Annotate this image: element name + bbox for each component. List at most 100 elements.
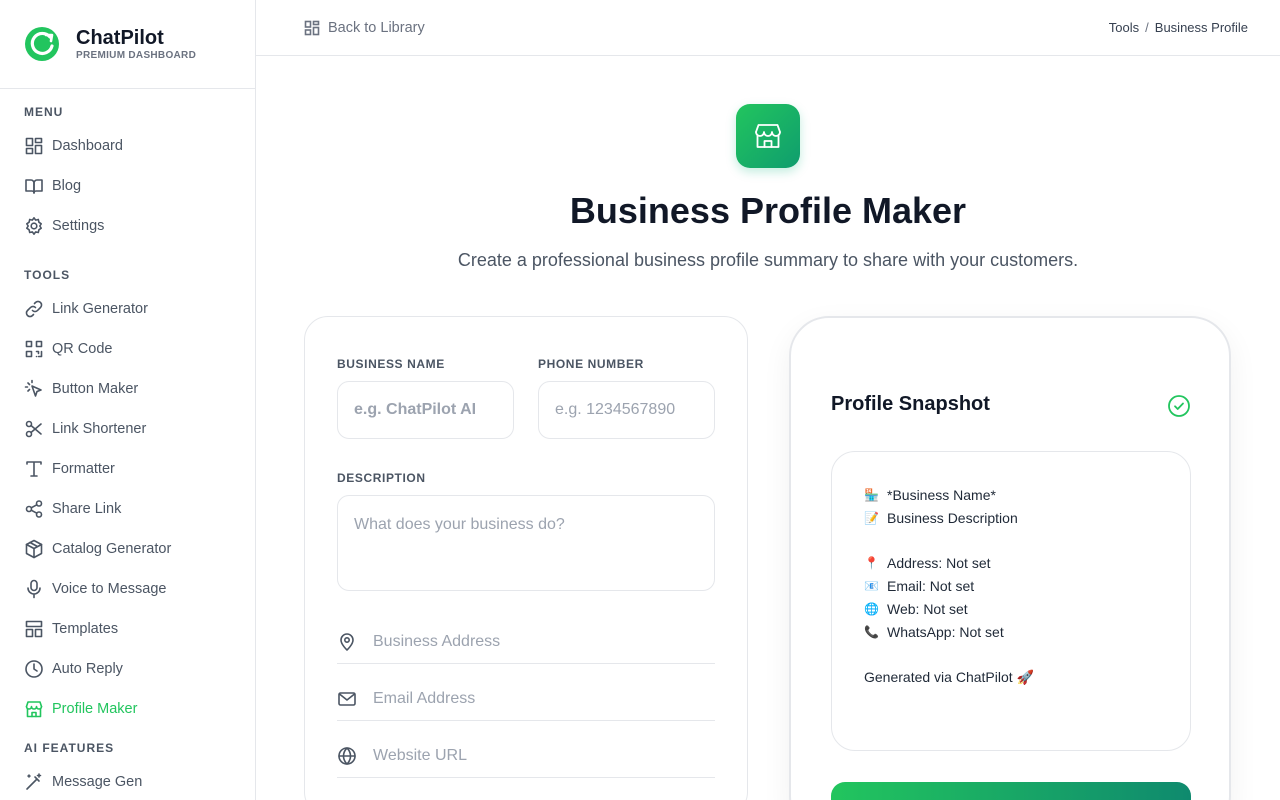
- sidebar-item-catalog-generator[interactable]: Catalog Generator: [0, 529, 255, 569]
- scissors-icon: [25, 420, 42, 438]
- sidebar-item-share-link[interactable]: Share Link: [0, 489, 255, 529]
- business-address-field[interactable]: Business Address: [337, 620, 715, 664]
- store-icon: [755, 124, 781, 148]
- sidebar-item-label: Link Generator: [52, 301, 148, 317]
- sidebar-item-label: Profile Maker: [52, 701, 138, 717]
- sidebar-item-settings[interactable]: Settings: [0, 206, 255, 246]
- sidebar-item-label: QR Code: [52, 341, 113, 357]
- store-icon: [25, 701, 43, 718]
- map-pin-icon: [340, 632, 354, 651]
- link-icon: [25, 300, 43, 318]
- sidebar-item-label: Templates: [52, 621, 119, 637]
- sidebar-item-label: Share Link: [52, 501, 122, 517]
- profile-form-card: BUSINESS NAME e.g. ChatPilot AI PHONE NU…: [304, 316, 748, 800]
- mic-icon: [27, 579, 41, 599]
- share-profile-button[interactable]: [831, 782, 1191, 800]
- sidebar-item-button-maker[interactable]: Button Maker: [0, 369, 255, 409]
- wand-icon: [26, 773, 42, 790]
- tools-section-title: TOOLS: [24, 268, 71, 282]
- sidebar-item-label: Catalog Generator: [52, 541, 172, 557]
- clock-icon: [25, 660, 43, 678]
- snapshot-email: Email: Not set: [887, 578, 975, 594]
- sidebar-item-formatter[interactable]: Formatter: [0, 449, 255, 489]
- sidebar-item-voice-to-message[interactable]: Voice to Message: [0, 569, 255, 609]
- type-icon: [26, 461, 42, 477]
- description-label: DESCRIPTION: [337, 471, 426, 485]
- check-circle-icon: [1167, 394, 1191, 418]
- breadcrumb: Tools / Business Profile: [1109, 20, 1248, 35]
- box-icon: [25, 539, 43, 559]
- sidebar-item-label: Voice to Message: [52, 581, 167, 597]
- snapshot-line-business-name: 🏪 *Business Name*: [864, 484, 1158, 507]
- profile-snapshot-text: 🏪 *Business Name* 📝 Business Description 📍…: [831, 451, 1191, 751]
- page-title: Business Profile Maker: [569, 190, 967, 231]
- brand[interactable]: ChatPilot PREMIUM DASHBOARD: [0, 0, 255, 89]
- sidebar-item-label: Formatter: [52, 461, 115, 477]
- sidebar-item-qr-code[interactable]: QR Code: [0, 329, 255, 369]
- sidebar-item-label: Button Maker: [52, 381, 139, 397]
- snapshot-description: Business Description: [887, 510, 1018, 526]
- page-subtitle: Create a professional business profile s…: [457, 250, 1079, 270]
- snapshot-line-address: 📍 Address: Not set: [864, 552, 1158, 575]
- phone-emoji-icon: 📞: [864, 625, 879, 639]
- sidebar-item-message-gen[interactable]: Message Gen: [0, 762, 255, 800]
- book-icon: [25, 179, 43, 194]
- sidebar-item-dashboard[interactable]: Dashboard: [0, 126, 255, 166]
- layout-icon: [25, 620, 43, 638]
- sidebar-item-auto-reply[interactable]: Auto Reply: [0, 649, 255, 689]
- snapshot-whatsapp: WhatsApp: Not set: [887, 624, 1004, 640]
- grid-icon: [304, 20, 320, 35]
- sidebar: ChatPilot PREMIUM DASHBOARD MENU Dashboa…: [0, 0, 256, 800]
- top-bar: Back to Library Tools / Business Profile: [256, 0, 1280, 56]
- sidebar-item-label: Message Gen: [52, 774, 143, 790]
- sidebar-item-label: Blog: [52, 178, 82, 194]
- email-emoji-icon: 📧: [864, 579, 879, 593]
- business-name-label: BUSINESS NAME: [337, 357, 445, 371]
- sidebar-item-link-shortener[interactable]: Link Shortener: [0, 409, 255, 449]
- snapshot-line-description: 📝 Business Description: [864, 507, 1158, 530]
- snapshot-web: Web: Not set: [887, 601, 968, 617]
- email-address-field[interactable]: Email Address: [337, 677, 715, 721]
- profile-maker-hero-icon: [736, 104, 800, 168]
- globe-emoji-icon: 🌐: [864, 602, 879, 616]
- ai-features-section-title: AI FEATURES: [24, 741, 115, 755]
- dashboard-icon: [25, 137, 43, 155]
- snapshot-line-email: 📧 Email: Not set: [864, 575, 1158, 598]
- pointer-icon: [24, 379, 42, 397]
- snapshot-footer: Generated via ChatPilot 🚀: [864, 669, 1034, 685]
- sidebar-item-label: Dashboard: [52, 138, 123, 154]
- business-name-input[interactable]: e.g. ChatPilot AI: [337, 381, 514, 439]
- brand-subtitle: PREMIUM DASHBOARD: [76, 50, 197, 61]
- phone-number-input[interactable]: e.g. 1234567890: [538, 381, 715, 439]
- breadcrumb-separator: /: [1145, 20, 1149, 35]
- gear-icon: [26, 217, 42, 235]
- phone-number-label: PHONE NUMBER: [538, 357, 644, 371]
- globe-icon: [338, 746, 356, 765]
- mail-icon: [338, 691, 356, 706]
- snapshot-business-name: *Business Name*: [887, 487, 996, 503]
- sidebar-item-label: Settings: [52, 218, 105, 234]
- snapshot-address: Address: Not set: [887, 555, 991, 571]
- sidebar-item-profile-maker[interactable]: Profile Maker: [0, 689, 255, 729]
- sidebar-item-templates[interactable]: Templates: [0, 609, 255, 649]
- pin-emoji-icon: 📍: [864, 556, 879, 570]
- website-url-field[interactable]: Website URL: [337, 734, 715, 778]
- snapshot-line-web: 🌐 Web: Not set: [864, 598, 1158, 621]
- sidebar-item-label: Link Shortener: [52, 421, 147, 437]
- back-to-library-label: Back to Library: [328, 19, 425, 36]
- profile-preview-card: Profile Snapshot 🏪 *Business Name* 📝 Busin…: [789, 316, 1231, 800]
- business-address-input[interactable]: Business Address: [373, 633, 715, 651]
- snapshot-line-whatsapp: 📞 WhatsApp: Not set: [864, 621, 1158, 644]
- sidebar-item-blog[interactable]: Blog: [0, 166, 255, 206]
- breadcrumb-current: Business Profile: [1154, 20, 1248, 35]
- chatpilot-logo-icon: [25, 27, 59, 61]
- email-address-input[interactable]: Email Address: [373, 690, 715, 708]
- description-textarea[interactable]: What does your business do?: [337, 495, 715, 591]
- store-emoji-icon: 🏪: [864, 488, 879, 502]
- menu-section-title: MENU: [24, 105, 64, 119]
- back-to-library-link[interactable]: Back to Library: [304, 20, 425, 36]
- sidebar-item-link-generator[interactable]: Link Generator: [0, 289, 255, 329]
- qr-icon: [25, 340, 43, 358]
- website-url-input[interactable]: Website URL: [373, 747, 715, 765]
- breadcrumb-tools[interactable]: Tools: [1109, 20, 1139, 35]
